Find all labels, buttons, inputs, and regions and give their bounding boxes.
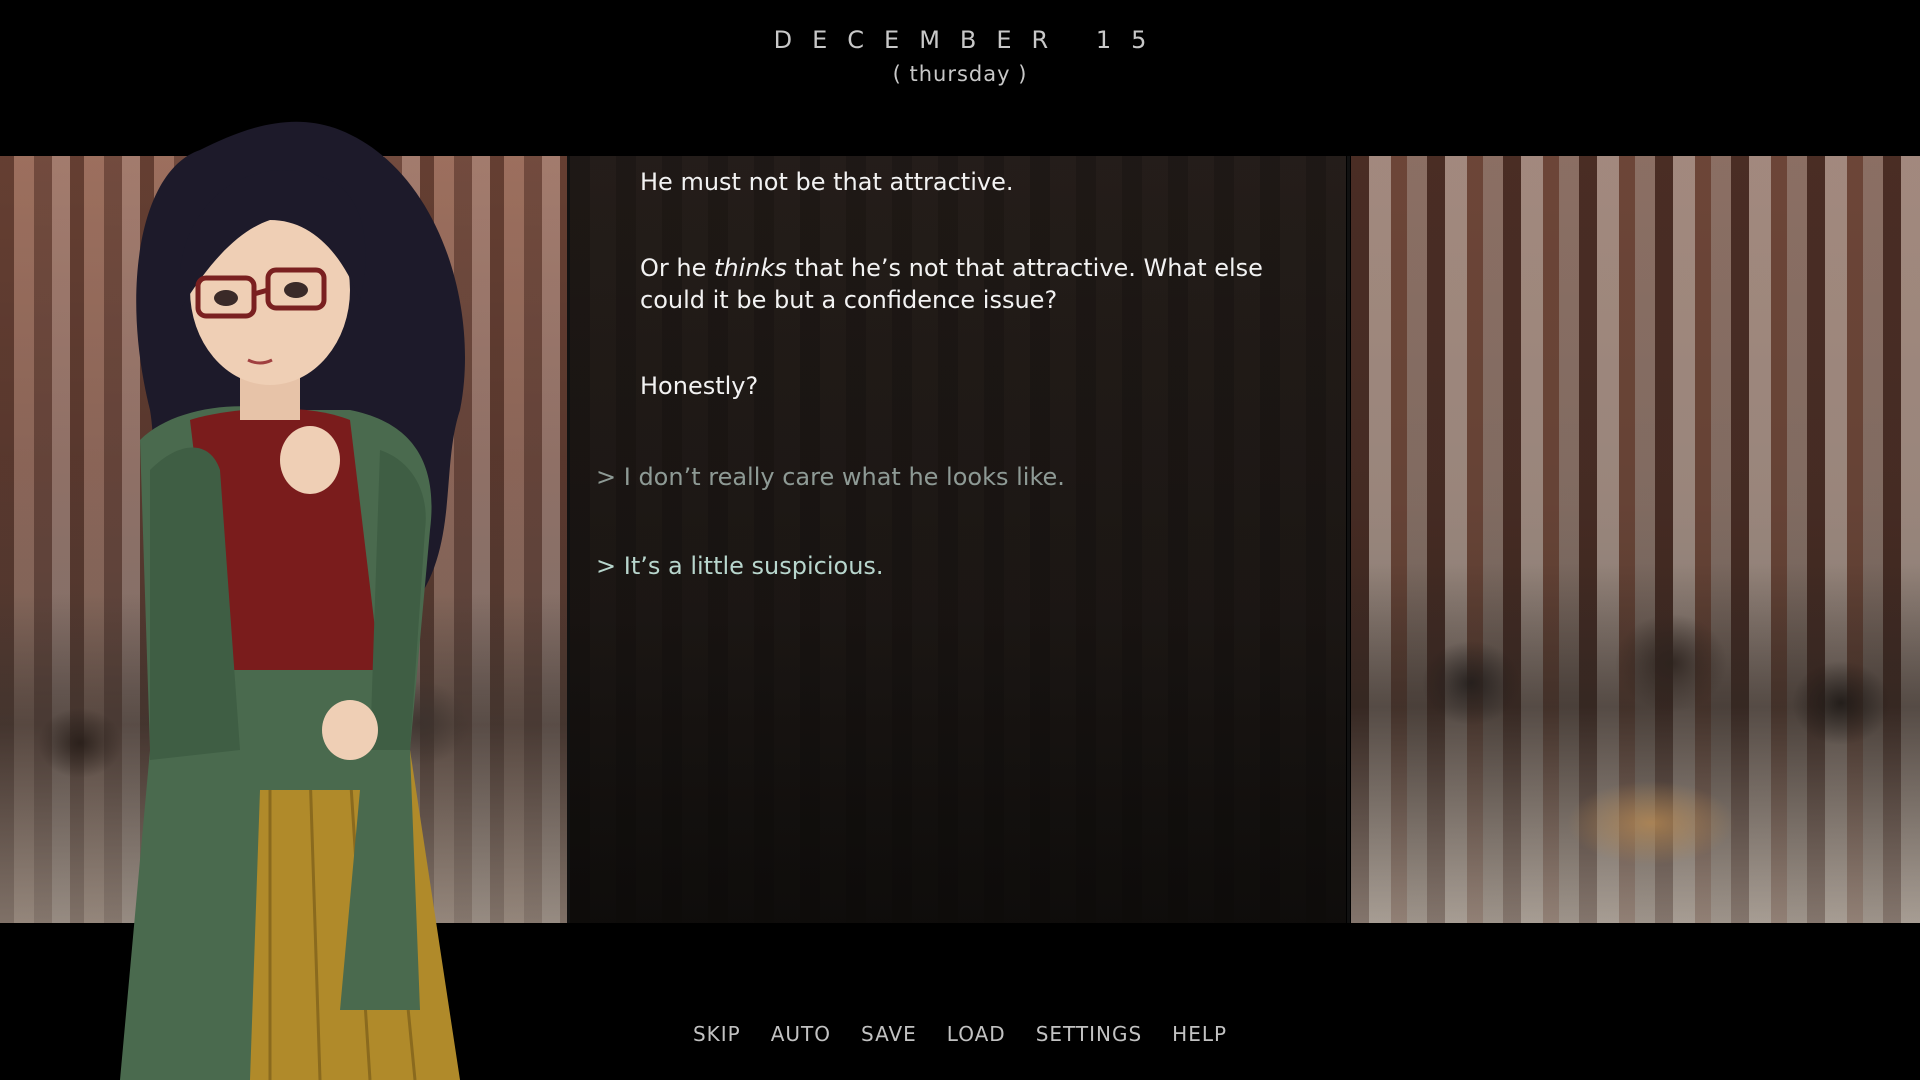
dialogue-line: Honestly?	[640, 372, 759, 400]
dialogue-line-prefix: Or he	[640, 254, 714, 282]
game-stage: DECEMBER 15 ( thursday ) He must not be …	[0, 0, 1920, 1080]
weekday-label: ( thursday )	[892, 62, 1028, 86]
load-button[interactable]: LOAD	[947, 1022, 1006, 1046]
panel-divider	[1347, 156, 1350, 923]
quick-menu: SKIP AUTO SAVE LOAD SETTINGS HELP	[0, 1022, 1920, 1046]
settings-button[interactable]: SETTINGS	[1036, 1022, 1142, 1046]
dialogue-line-emphasis: thinks	[714, 254, 787, 282]
date-header: DECEMBER 15 ( thursday )	[0, 26, 1920, 86]
dialogue-line: He must not be that attractive.	[640, 168, 1014, 196]
save-button[interactable]: SAVE	[861, 1022, 917, 1046]
character-sprite	[120, 121, 465, 1080]
dialogue-line: Or he thinks that he’s not that attracti…	[640, 252, 1300, 316]
help-button[interactable]: HELP	[1172, 1022, 1227, 1046]
date-label: DECEMBER 15	[773, 26, 1167, 54]
background-panel-right	[1351, 156, 1920, 923]
choice-option-suspicious[interactable]: > It’s a little suspicious.	[596, 550, 884, 582]
skip-button[interactable]: SKIP	[693, 1022, 741, 1046]
choice-option-dont-care[interactable]: > I don’t really care what he looks like…	[596, 461, 1065, 493]
background-crowd-right	[1351, 563, 1920, 923]
dialogue-text-area: He must not be that attractive. Or he th…	[640, 166, 1300, 456]
auto-button[interactable]: AUTO	[771, 1022, 831, 1046]
